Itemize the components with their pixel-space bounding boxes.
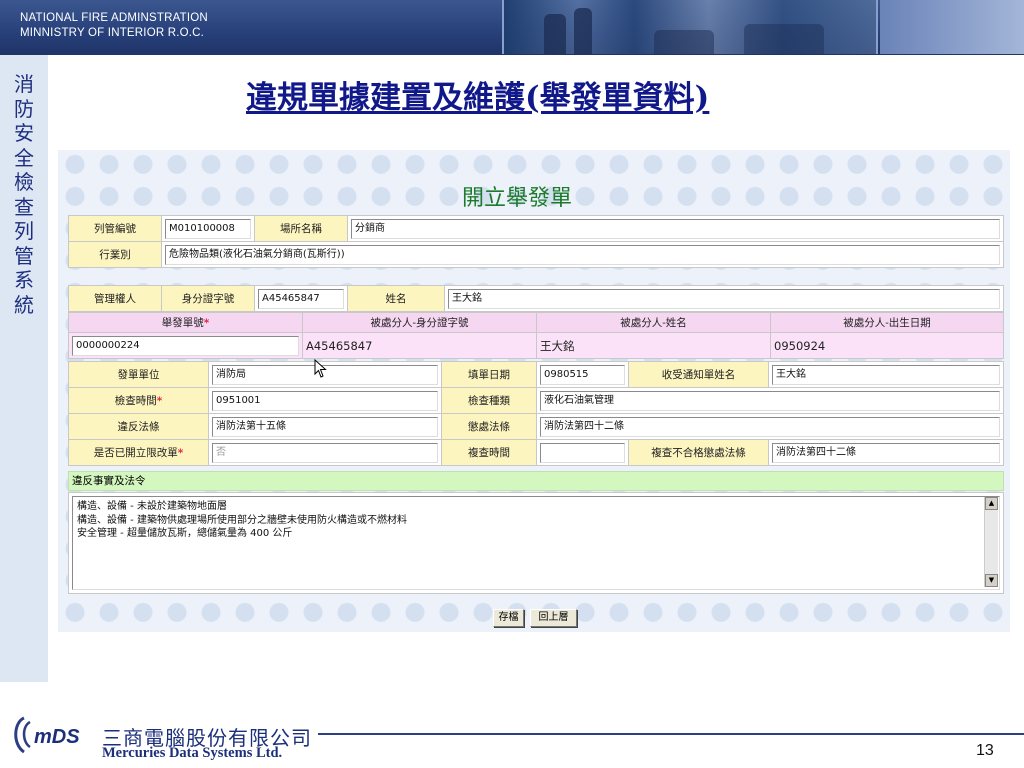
recheck-time-label: 複查時間: [441, 439, 537, 466]
deadline-order-field[interactable]: 否: [212, 442, 438, 463]
control-no-field[interactable]: M010100008: [165, 218, 251, 239]
offender-birth-header: 被處分人-出生日期: [770, 312, 1004, 333]
required-asterisk: *: [156, 395, 163, 407]
issuer-label: 發單單位: [68, 361, 209, 388]
deadline-order-label: 是否已開立限改單*: [68, 439, 209, 466]
place-name-label: 場所名稱: [254, 215, 348, 242]
manager-label: 管理權人: [68, 285, 162, 312]
inspect-type-label: 檢查種類: [441, 387, 537, 414]
offender-name-header: 被處分人-姓名: [536, 312, 771, 333]
recheck-fail-law-field[interactable]: 消防法第四十二條: [772, 442, 1000, 463]
sidebar: 消防安全檢查列管系統: [0, 55, 48, 682]
offender-id-header: 被處分人-身分證字號: [302, 312, 537, 333]
organization-name: NATIONAL FIRE ADMINSTRATION MINNISTRY OF…: [20, 11, 208, 41]
scroll-up-arrow-icon[interactable]: ▲: [985, 497, 998, 510]
offender-name-value: 王大銘: [536, 332, 771, 359]
page-number: 13: [976, 742, 994, 759]
offender-id-value: A45465847: [302, 332, 537, 359]
ticket-no-field[interactable]: 0000000224: [72, 335, 299, 356]
penalty-law-label: 懲處法條: [441, 413, 537, 440]
recipient-field[interactable]: 王大銘: [772, 364, 1000, 385]
mds-logo-icon: mDS: [14, 716, 80, 754]
mouse-cursor-icon: [314, 359, 327, 378]
system-name-vertical: 消防安全檢查列管系統: [14, 72, 34, 317]
basic-info-table: 列管編號 M010100008 場所名稱 分銷商 行業別 危險物品類(液化石油氣…: [68, 215, 1004, 268]
manager-id-field[interactable]: A45465847: [258, 288, 344, 309]
manager-id-label: 身分證字號: [161, 285, 255, 312]
violation-law-label: 違反法條: [68, 413, 209, 440]
company-name-english: Mercuries Data Systems Ltd.: [102, 745, 283, 761]
required-asterisk: *: [203, 317, 210, 329]
footer-divider: [318, 733, 1024, 735]
fill-date-label: 填單日期: [441, 361, 537, 388]
place-name-field[interactable]: 分銷商: [351, 218, 1000, 239]
header-bar: NATIONAL FIRE ADMINSTRATION MINNISTRY OF…: [0, 0, 1024, 55]
offender-birth-value: 0950924: [770, 332, 1004, 359]
back-button[interactable]: 回上層: [530, 609, 577, 627]
scroll-down-arrow-icon[interactable]: ▼: [985, 574, 998, 587]
violation-facts-textarea[interactable]: 構造、設備 - 未設於建築物地面層 構造、設備 - 建築物供處理場所使用部分之牆…: [72, 496, 1000, 590]
required-asterisk: *: [177, 447, 184, 459]
manager-name-field[interactable]: 王大銘: [448, 288, 1000, 309]
violation-facts-container: 構造、設備 - 未設於建築物地面層 構造、設備 - 建築物供處理場所使用部分之牆…: [68, 492, 1004, 594]
save-button[interactable]: 存檔: [493, 609, 524, 627]
details-table: 發單單位 消防局 填單日期 0980515 收受通知單姓名 王大銘 檢查時間* …: [68, 361, 1004, 466]
inspect-time-label: 檢查時間*: [68, 387, 209, 414]
recheck-time-field[interactable]: [540, 442, 625, 463]
manager-name-label: 姓名: [347, 285, 445, 312]
ticket-table: 舉發單號* 被處分人-身分證字號 被處分人-姓名 被處分人-出生日期 00000…: [68, 312, 1004, 359]
slide-title: 違規單據建置及維護(舉發單資料): [246, 80, 710, 116]
org-line-1: NATIONAL FIRE ADMINSTRATION: [20, 12, 208, 24]
fill-date-field[interactable]: 0980515: [540, 364, 625, 385]
manager-table: 管理權人 身分證字號 A45465847 姓名 王大銘: [68, 285, 1004, 312]
inspect-time-field[interactable]: 0951001: [212, 390, 438, 411]
facts-scrollbar[interactable]: ▲ ▼: [984, 497, 998, 587]
firefighter-banner-image: [502, 0, 878, 54]
logo-text: mDS: [34, 726, 80, 748]
business-type-field[interactable]: 危險物品類(液化石油氣分銷商(瓦斯行)): [165, 244, 1000, 265]
recipient-label: 收受通知單姓名: [628, 361, 769, 388]
control-no-label: 列管編號: [68, 215, 162, 242]
business-type-label: 行業別: [68, 241, 162, 268]
violation-facts-label: 違反事實及法令: [68, 471, 1004, 491]
org-line-2: MINNISTRY OF INTERIOR R.O.C.: [20, 27, 205, 39]
header-accent: [880, 0, 1024, 54]
recheck-fail-law-label: 複查不合格懲處法條: [628, 439, 769, 466]
inspect-type-field[interactable]: 液化石油氣管理: [540, 390, 1000, 411]
ticket-no-header: 舉發單號*: [68, 312, 303, 333]
violation-law-field[interactable]: 消防法第十五條: [212, 416, 438, 437]
penalty-law-field[interactable]: 消防法第四十二條: [540, 416, 1000, 437]
form-title: 開立舉發單: [462, 186, 573, 211]
